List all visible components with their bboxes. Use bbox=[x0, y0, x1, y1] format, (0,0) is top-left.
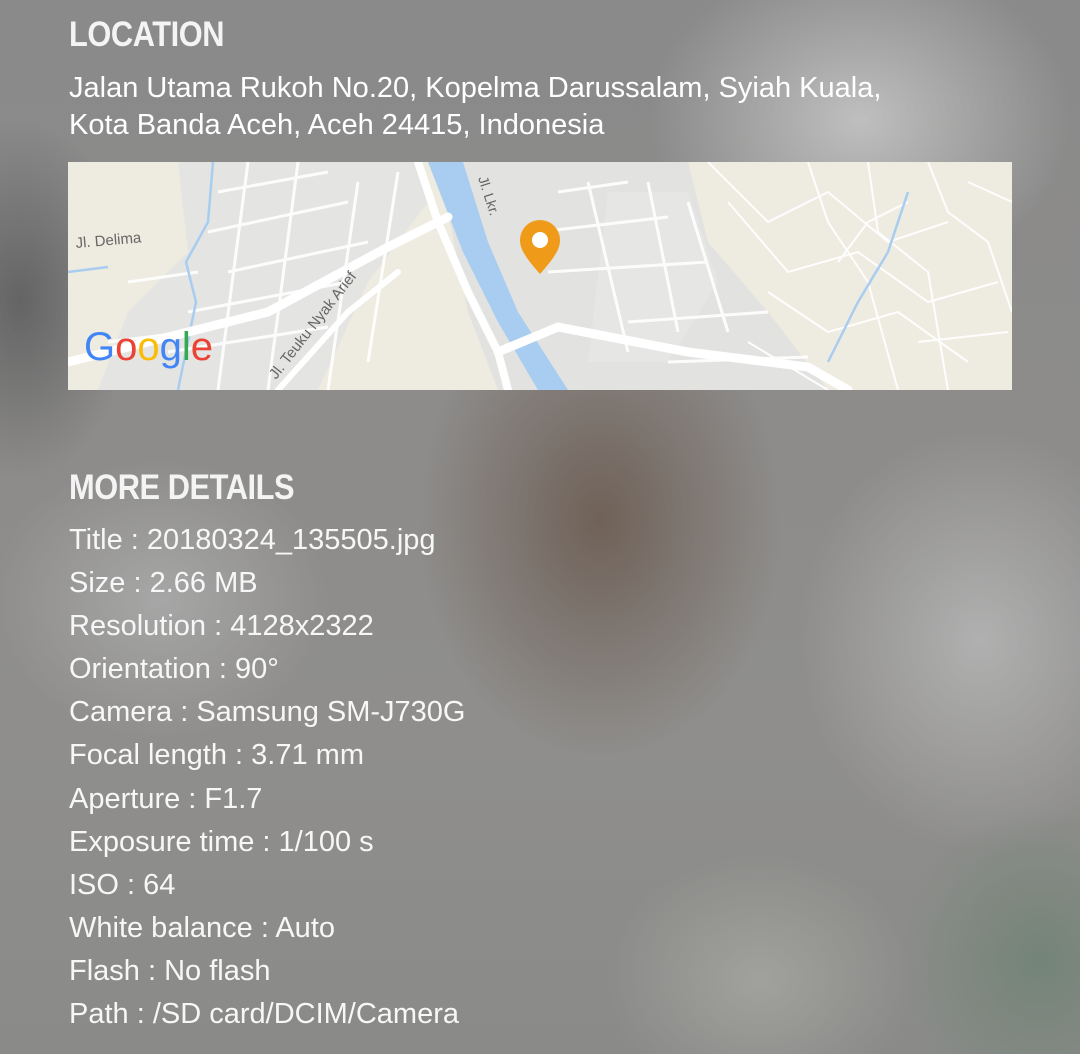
detail-camera: Camera : Samsung SM-J730G bbox=[69, 696, 466, 729]
address-line-2: Kota Banda Aceh, Aceh 24415, Indonesia bbox=[69, 109, 605, 141]
detail-orientation: Orientation : 90° bbox=[69, 653, 279, 686]
detail-title: Title : 20180324_135505.jpg bbox=[69, 524, 436, 556]
detail-focal-length: Focal length : 3.71 mm bbox=[69, 739, 364, 772]
detail-iso: ISO : 64 bbox=[69, 868, 176, 901]
address-line-1: Jalan Utama Rukoh No.20, Kopelma Darussa… bbox=[69, 72, 882, 104]
more-details-heading: MORE DETAILS bbox=[69, 468, 295, 507]
location-address: Jalan Utama Rukoh No.20, Kopelma Darussa… bbox=[69, 70, 969, 144]
detail-aperture: Aperture : F1.7 bbox=[69, 782, 263, 815]
map-canvas: Jl. Delima Jl. Teuku Nyak Arief Jl. Lkr.… bbox=[68, 162, 1012, 390]
location-heading: LOCATION bbox=[69, 15, 225, 54]
detail-exposure-time: Exposure time : 1/100 s bbox=[69, 825, 374, 858]
svg-text:Google: Google bbox=[84, 325, 213, 369]
detail-white-balance: White balance : Auto bbox=[69, 911, 335, 944]
detail-size: Size : 2.66 MB bbox=[69, 567, 258, 600]
detail-resolution: Resolution : 4128x2322 bbox=[69, 610, 374, 643]
details-list: Title : 20180324_135505.jpg Size : 2.66 … bbox=[69, 519, 465, 1036]
detail-flash: Flash : No flash bbox=[69, 954, 271, 987]
location-map[interactable]: Jl. Delima Jl. Teuku Nyak Arief Jl. Lkr.… bbox=[68, 162, 1012, 390]
google-logo: Google bbox=[84, 325, 213, 369]
detail-path: Path : /SD card/DCIM/Camera bbox=[69, 998, 459, 1031]
